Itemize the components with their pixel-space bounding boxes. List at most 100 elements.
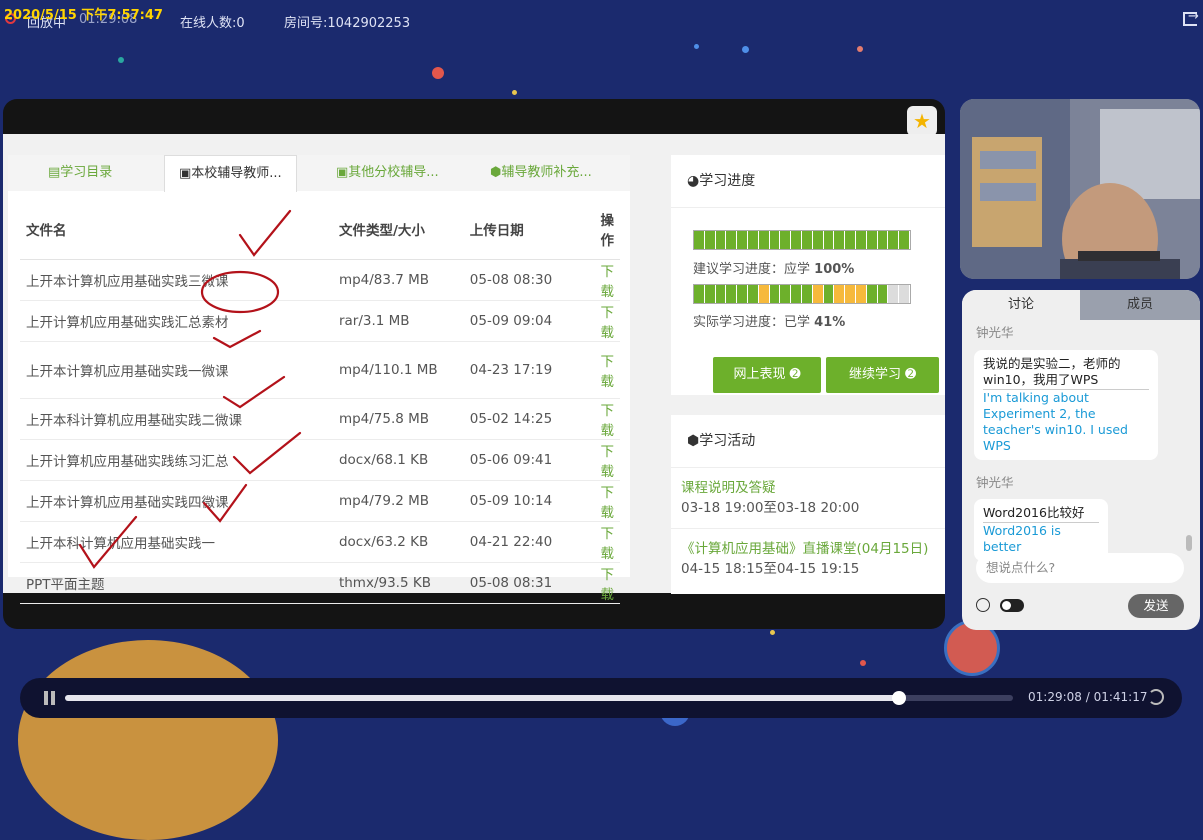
tab-local-tutor[interactable]: ▣本校辅导教师... [164, 155, 297, 192]
file-name: 上开本计算机应用基础实践三微课 [20, 259, 333, 301]
progress-segment [823, 285, 835, 303]
progress-segment [888, 285, 900, 303]
progress-segment [704, 285, 716, 303]
file-type: mp4/79.2 MB [332, 480, 464, 522]
download-link[interactable]: 下载 [594, 480, 620, 522]
table-row: 上开本科计算机应用基础实践二微课 mp4/75.8 MB 05-02 14:25… [20, 398, 620, 440]
file-type: mp4/83.7 MB [332, 259, 464, 301]
download-link[interactable]: 下载 [594, 300, 620, 342]
playback-bar: 01:29:08 / 01:41:17 [20, 678, 1182, 718]
smile-icon[interactable] [976, 598, 990, 612]
progress-segment [694, 231, 705, 249]
progress-segment [704, 231, 716, 249]
seek-fill [65, 695, 900, 701]
chat-input[interactable]: 想说点什么? [976, 553, 1184, 583]
file-type: docx/63.2 KB [332, 521, 464, 563]
file-date: 05-09 09:04 [463, 300, 595, 342]
activity-title[interactable]: 《计算机应用基础》直播课堂(04月15日) [671, 537, 945, 557]
activity-time: 03-18 19:00至03-18 20:00 [681, 500, 860, 516]
tab-other-branch[interactable]: ▣其他分校辅导... [336, 155, 439, 191]
chat-scrollbar[interactable] [1186, 535, 1192, 551]
screen-content: ▤学习目录 ▣本校辅导教师... ▣其他分校辅导... ⬢辅导教师补充... 文… [3, 134, 945, 604]
loop-icon[interactable] [1148, 689, 1164, 705]
download-link[interactable]: 下载 [594, 341, 620, 399]
tab-discussion[interactable]: 讨论 [962, 290, 1080, 320]
online-performance-button[interactable]: 网上表现 ➋ [713, 357, 821, 393]
progress-segment [888, 231, 900, 249]
tab-catalog[interactable]: ▤学习目录 [48, 155, 112, 191]
progress-segment [726, 231, 738, 249]
file-name: 上开本计算机应用基础实践一微课 [20, 341, 333, 399]
download-link[interactable]: 下载 [594, 398, 620, 440]
progress-segment [812, 285, 824, 303]
online-count: 在线人数:0 [180, 16, 245, 31]
message-text: Word2016比较好 [983, 505, 1099, 523]
seek-handle[interactable] [892, 691, 907, 705]
activity-item[interactable]: 《计算机应用基础》直播课堂(04月15日) 04-15 18:15至04-15 … [671, 528, 945, 577]
star-badge-icon[interactable]: ★ [907, 106, 937, 136]
playback-time: 01:29:08 / 01:41:17 [1028, 690, 1148, 704]
table-row: 上开计算机应用基础实践练习汇总 docx/68.1 KB 05-06 09:41… [20, 439, 620, 481]
progress-segment [823, 231, 835, 249]
activities-card: ⬢学习活动 课程说明及答疑 03-18 19:00至03-18 20:00 《计… [671, 415, 945, 594]
progress-segment [845, 231, 856, 249]
file-name: 上开计算机应用基础实践汇总素材 [20, 300, 333, 342]
progress-segment [834, 231, 846, 249]
progress-card: ◕学习进度 建议学习进度：应学 100% 实际学习进度：已学 41% 网上表现 … [671, 155, 945, 395]
progress-segment [769, 285, 781, 303]
progress-segment [747, 285, 759, 303]
download-link[interactable]: 下载 [594, 562, 620, 604]
progress-segment [801, 285, 813, 303]
progress-segment [780, 285, 792, 303]
webcam-image [960, 99, 1200, 279]
file-date: 05-02 14:25 [463, 398, 595, 440]
file-name: 上开本科计算机应用基础实践一 [20, 521, 333, 563]
message-translation: Word2016 is better [983, 523, 1061, 554]
progress-segment [726, 285, 738, 303]
course-files-panel: ▤学习目录 ▣本校辅导教师... ▣其他分校辅导... ⬢辅导教师补充... 文… [8, 155, 630, 604]
chat-message: Word2016比较好 Word2016 is better [974, 499, 1108, 561]
chat-panel: 讨论 成员 钟光华 我说的是实验二，老师的win10，我用了WPS I'm ta… [962, 290, 1200, 630]
cube-icon: ⬢ [687, 433, 700, 449]
progress-segment [791, 285, 802, 303]
progress-title: ◕学习进度 [671, 155, 945, 208]
progress-segment [899, 231, 910, 249]
file-type: thmx/93.5 KB [332, 562, 464, 604]
activity-time: 04-15 18:15至04-15 19:15 [681, 561, 860, 577]
actual-progress-label: 实际学习进度：已学 41% [693, 315, 846, 330]
teacher-video [960, 99, 1200, 279]
progress-segment [791, 231, 802, 249]
progress-segment [715, 231, 727, 249]
progress-segment [855, 231, 867, 249]
file-type: rar/3.1 MB [332, 300, 464, 342]
tab-tutor-supplement[interactable]: ⬢辅导教师补充... [490, 155, 592, 191]
chat-message: 我说的是实验二，老师的win10，我用了WPS I'm talking abou… [974, 350, 1158, 460]
file-type: mp4/75.8 MB [332, 398, 464, 440]
progress-segment [737, 285, 748, 303]
table-row: 上开本计算机应用基础实践四微课 mp4/79.2 MB 05-09 10:14 … [20, 480, 620, 522]
continue-learning-button[interactable]: 继续学习 ➋ [826, 357, 939, 393]
activity-title[interactable]: 课程说明及答疑 [671, 476, 945, 496]
message-user: 钟光华 [976, 325, 1014, 340]
message-text: 我说的是实验二，老师的win10，我用了WPS [983, 356, 1149, 390]
shared-screen: ★ ▤学习目录 ▣本校辅导教师... ▣其他分校辅导... ⬢辅导教师补充...… [3, 99, 945, 629]
tab-members[interactable]: 成员 [1080, 290, 1200, 320]
exit-icon[interactable] [1183, 9, 1199, 26]
message-user: 钟光华 [976, 475, 1014, 490]
download-link[interactable]: 下载 [594, 521, 620, 563]
progress-segment [866, 231, 878, 249]
progress-segment [694, 285, 705, 303]
table-row: 上开本计算机应用基础实践一微课 mp4/110.1 MB 04-23 17:19… [20, 341, 620, 399]
translate-toggle-icon[interactable] [1000, 599, 1024, 612]
seek-track[interactable] [65, 691, 1013, 705]
table-row: PPT平面主题 thmx/93.5 KB 05-08 08:31 下载 [20, 562, 620, 604]
activity-item[interactable]: 课程说明及答疑 03-18 19:00至03-18 20:00 [671, 468, 945, 516]
file-name: 上开本科计算机应用基础实践二微课 [20, 398, 333, 440]
pause-icon[interactable] [44, 691, 56, 705]
download-link[interactable]: 下载 [594, 259, 620, 301]
download-link[interactable]: 下载 [594, 439, 620, 481]
send-button[interactable]: 发送 [1128, 594, 1184, 618]
progress-segment [769, 231, 781, 249]
progress-segment [758, 231, 770, 249]
progress-segment [715, 285, 727, 303]
